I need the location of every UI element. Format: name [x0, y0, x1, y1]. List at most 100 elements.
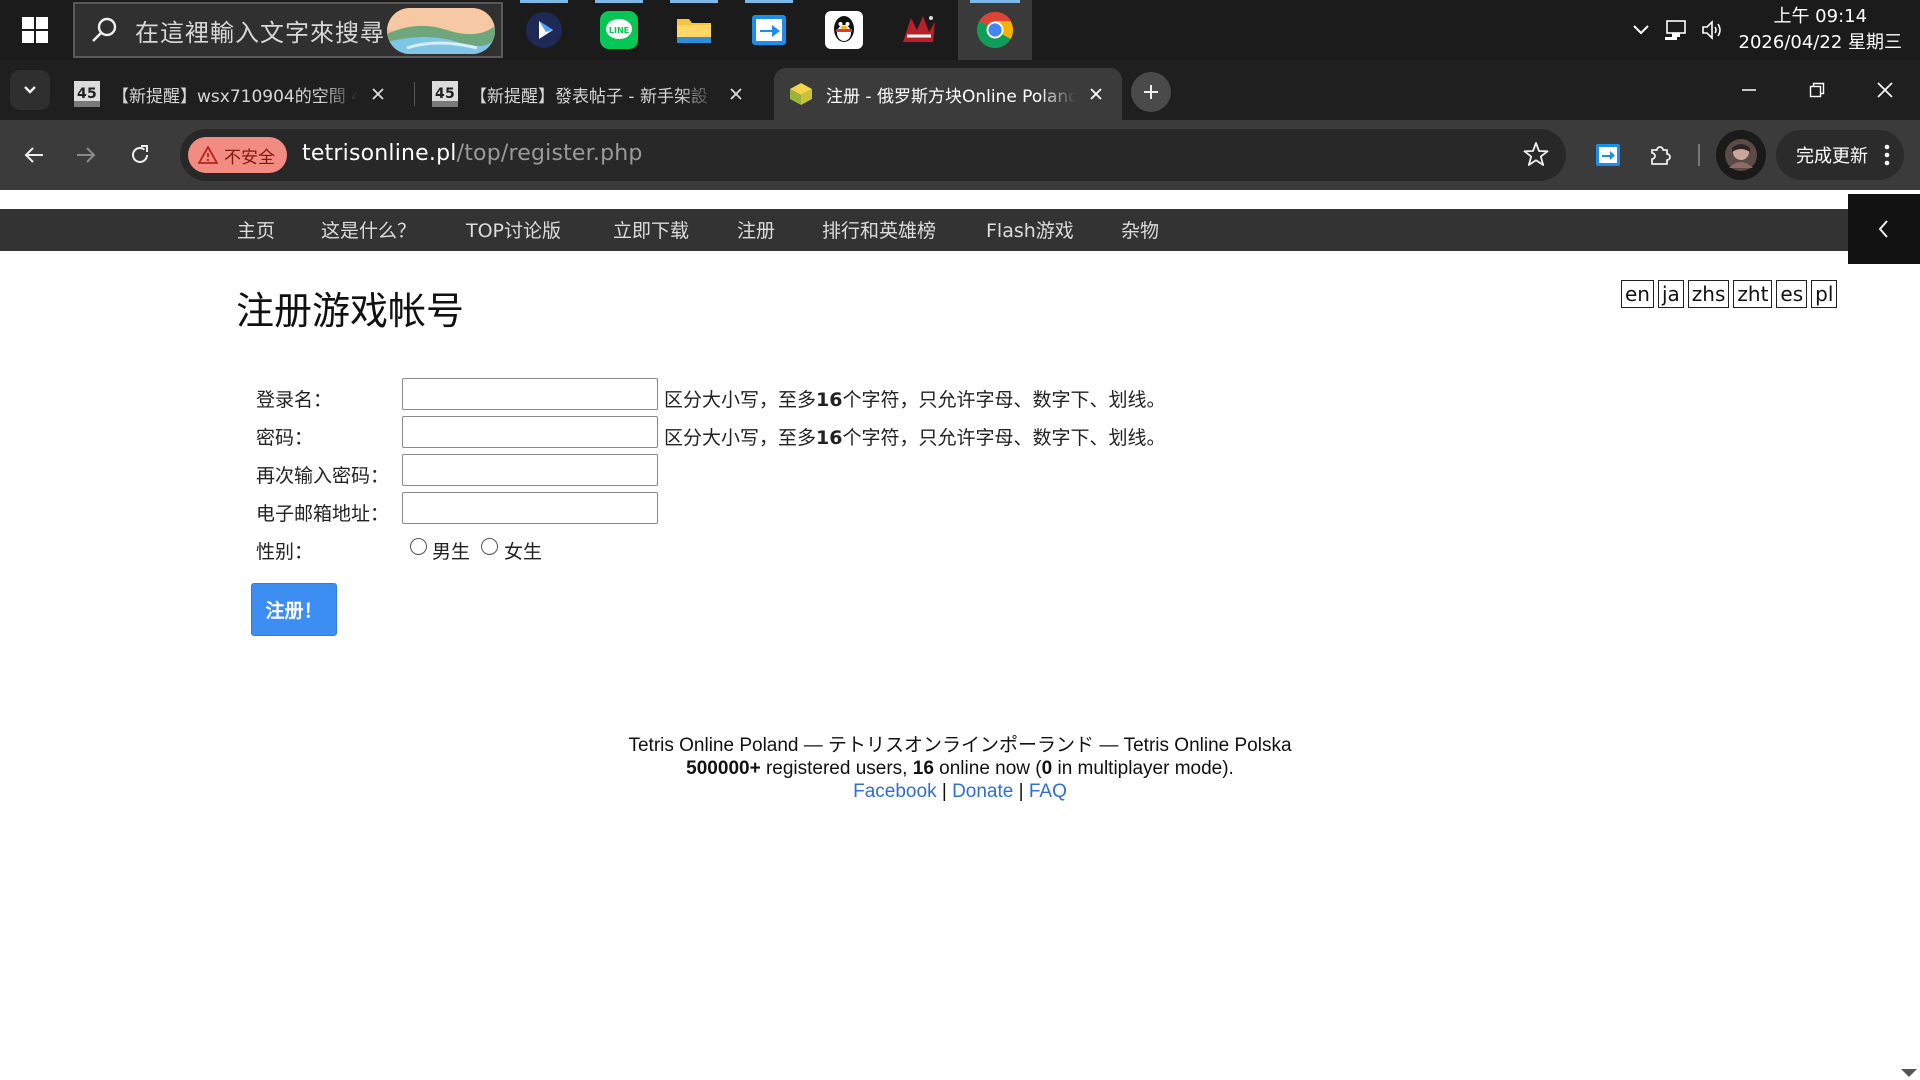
more-vert-icon: [1884, 144, 1890, 166]
gender-male-radio[interactable]: [410, 538, 427, 555]
profile-avatar-icon: [1725, 139, 1757, 171]
profile-avatar-button[interactable]: [1716, 130, 1766, 180]
confirm-password-input[interactable]: [402, 454, 658, 486]
lang-zhs[interactable]: zhs: [1687, 280, 1730, 308]
restore-window-button[interactable]: [1783, 60, 1851, 120]
remote-extension-button[interactable]: [1588, 135, 1628, 175]
search-highlight-image: [387, 8, 495, 54]
forum-favicon-icon: 4 5: [432, 81, 458, 107]
lang-pl[interactable]: pl: [1811, 280, 1838, 308]
minimize-icon: [1742, 89, 1756, 91]
gender-male-label[interactable]: 男生: [432, 537, 470, 564]
gender-female-label[interactable]: 女生: [504, 537, 542, 564]
warning-triangle-icon: [198, 146, 218, 164]
clock-time: 上午 09:14: [1773, 6, 1868, 27]
windows-start-button[interactable]: [0, 0, 70, 60]
register-submit-button[interactable]: 注册！: [251, 583, 337, 636]
taskbar-app-file-explorer[interactable]: [658, 0, 730, 60]
scroll-down-arrow-icon[interactable]: [1900, 1068, 1918, 1078]
chevron-up-icon[interactable]: [1630, 18, 1652, 40]
faq-link[interactable]: FAQ: [1029, 781, 1067, 802]
gender-label: 性别：: [256, 541, 314, 563]
multiplayer-count: 0: [1041, 758, 1053, 779]
forward-button[interactable]: [66, 135, 106, 175]
not-secure-label: 不安全: [224, 147, 275, 168]
tab-separator: [414, 82, 415, 106]
not-secure-chip[interactable]: 不安全: [188, 137, 287, 173]
chrome-update-button[interactable]: 完成更新: [1776, 130, 1904, 180]
email-input[interactable]: [402, 492, 658, 524]
tab-new-post[interactable]: 4 5 【新提醒】發表帖子 - 新手架設: [418, 68, 762, 120]
password-input[interactable]: [402, 416, 658, 448]
password-hint: 区分大小写，至多16个字符，只允许字母、数字下、划线。: [664, 423, 1165, 450]
hint-prefix: 区分大小写，至多: [664, 427, 817, 449]
nav-misc[interactable]: 杂物: [1121, 209, 1159, 251]
extensions-button[interactable]: [1641, 135, 1681, 175]
close-icon: [1877, 82, 1893, 98]
network-icon[interactable]: [1664, 18, 1690, 42]
toolbar-divider: [1698, 144, 1700, 166]
nav-home[interactable]: 主页: [237, 209, 275, 251]
nav-register[interactable]: 注册: [737, 209, 775, 251]
taskbar-app-chrome[interactable]: [958, 0, 1032, 60]
taskbar-app-remote[interactable]: [733, 0, 805, 60]
online-text: online now (: [933, 758, 1042, 779]
nav-top-forum[interactable]: TOP讨论版: [466, 209, 561, 251]
link-separator: |: [1018, 781, 1024, 802]
online-count: 16: [912, 758, 934, 779]
volume-icon[interactable]: [1700, 18, 1724, 42]
media-player-icon: [526, 12, 562, 48]
svg-text:4: 4: [435, 86, 445, 102]
reload-icon: [132, 145, 148, 163]
taskbar-app-player[interactable]: [508, 0, 580, 60]
close-icon: [730, 88, 742, 100]
nav-flash-games[interactable]: Flash游戏: [986, 209, 1074, 251]
close-icon: [1090, 88, 1102, 100]
lang-es[interactable]: es: [1776, 280, 1808, 308]
close-tab-button[interactable]: [368, 84, 388, 104]
taskbar-app-game[interactable]: [883, 0, 955, 60]
form-row-email: 电子邮箱地址：: [256, 492, 1256, 530]
back-button[interactable]: [14, 135, 54, 175]
svg-text:5: 5: [87, 86, 97, 102]
close-tab-button[interactable]: [726, 84, 746, 104]
taskbar-search-box[interactable]: 在這裡輸入文字來搜尋: [73, 2, 503, 58]
tab-title: 【新提醒】wsx710904的空間 4: [112, 86, 358, 107]
close-icon: [372, 88, 384, 100]
tab-register-tetris[interactable]: 注册 - 俄罗斯方块Online Poland: [774, 68, 1122, 120]
tab-search-button[interactable]: [10, 70, 50, 110]
taskbar-app-line[interactable]: LINE: [583, 0, 655, 60]
taskbar-clock[interactable]: 上午 09:14 2026/04/22 星期三: [1739, 4, 1902, 56]
taskbar-search-placeholder: 在這裡輸入文字來搜尋: [135, 18, 385, 47]
reload-button[interactable]: [120, 135, 160, 175]
nav-rankings[interactable]: 排行和英雄榜: [822, 209, 936, 251]
browser-toolbar: 不安全 tetrisonline.pl/top/register.php 完成更…: [0, 120, 1920, 190]
url-path: /top/register.php: [456, 141, 643, 166]
login-input[interactable]: [402, 378, 658, 410]
taskbar-app-qq[interactable]: [808, 0, 880, 60]
form-row-gender: 性别： 男生 女生: [256, 530, 1256, 568]
minimize-window-button[interactable]: [1715, 60, 1783, 120]
address-bar[interactable]: 不安全 tetrisonline.pl/top/register.php: [180, 129, 1566, 181]
nav-download[interactable]: 立即下载: [613, 209, 689, 251]
lang-zht[interactable]: zht: [1733, 280, 1773, 308]
bookmark-star-icon[interactable]: [1522, 140, 1550, 168]
remote-desktop-icon: [752, 15, 786, 45]
folder-icon: [677, 19, 711, 43]
chrome-icon: [976, 11, 1014, 49]
tab-forum-space[interactable]: 4 5 【新提醒】wsx710904的空間 4: [60, 68, 404, 120]
page-footer: Tetris Online Poland — テトリスオンラインポーランド — …: [0, 734, 1920, 803]
sidebar-toggle-button[interactable]: [1848, 194, 1920, 264]
lang-ja[interactable]: ja: [1657, 280, 1684, 308]
facebook-link[interactable]: Facebook: [853, 781, 936, 802]
lang-en[interactable]: en: [1621, 280, 1654, 308]
hint-number: 16: [816, 389, 843, 411]
close-window-button[interactable]: [1851, 60, 1919, 120]
nav-what-is-this[interactable]: 这是什么？: [321, 209, 416, 251]
puzzle-piece-icon: [1651, 146, 1671, 165]
url-text[interactable]: tetrisonline.pl/top/register.php: [302, 141, 643, 166]
close-tab-button[interactable]: [1086, 84, 1106, 104]
new-tab-button[interactable]: [1131, 72, 1171, 112]
donate-link[interactable]: Donate: [952, 781, 1013, 802]
gender-female-radio[interactable]: [481, 538, 498, 555]
